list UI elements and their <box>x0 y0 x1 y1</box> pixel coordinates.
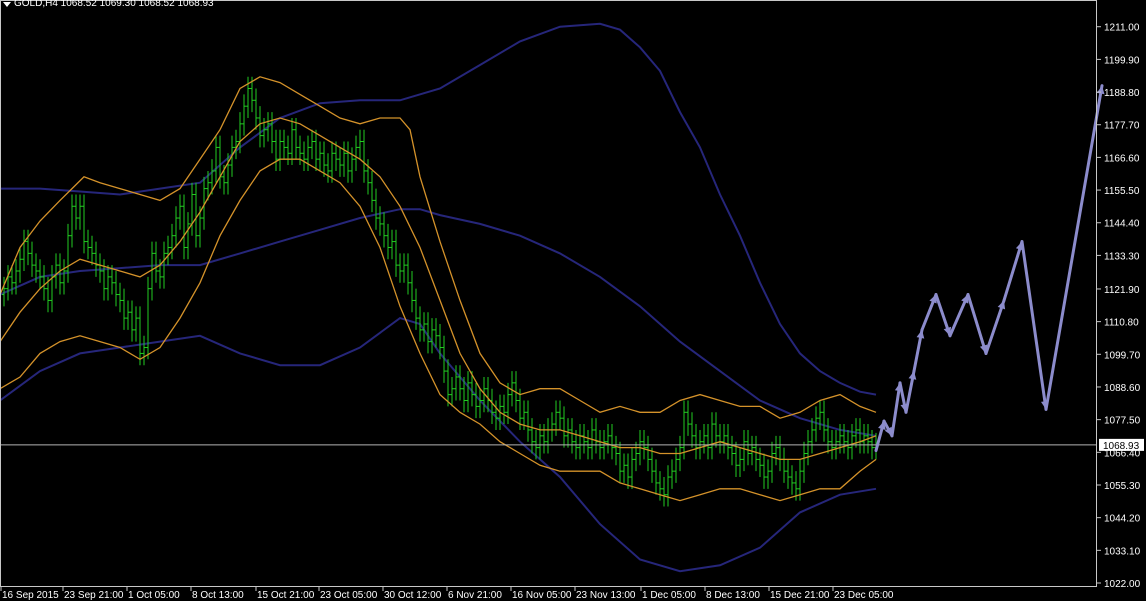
price-tick-label: 1133.30 <box>1104 251 1140 262</box>
price-tick-label: 1177.70 <box>1104 121 1140 132</box>
time-tick-label: 30 Oct 12:00 <box>384 590 442 601</box>
time-tick-label: 8 Dec 13:00 <box>706 590 760 601</box>
price-tick-label: 1144.40 <box>1104 219 1140 230</box>
price-tick-label: 1088.60 <box>1104 383 1141 394</box>
time-tick-label: 8 Oct 13:00 <box>192 590 244 601</box>
time-tick-label: 16 Sep 2015 <box>2 590 59 601</box>
price-tick-label: 1099.70 <box>1104 350 1141 361</box>
time-tick-label: 6 Nov 21:00 <box>448 590 502 601</box>
time-tick-label: 15 Oct 21:00 <box>257 590 315 601</box>
time-tick-label: 15 Dec 21:00 <box>770 590 830 601</box>
current-price-tag: 1068.93 <box>1099 438 1144 452</box>
price-tick-label: 1077.50 <box>1104 416 1141 427</box>
price-tick-label: 1199.90 <box>1104 55 1140 66</box>
price-tick-label: 1022.00 <box>1104 579 1141 590</box>
price-tick-label: 1110.80 <box>1104 318 1139 329</box>
chart-header-text: GOLD,H4 1068.52 1069.30 1068.52 1068.93 <box>14 0 214 9</box>
price-tick-label: 1044.20 <box>1104 514 1141 525</box>
price-tick-label: 1055.30 <box>1104 481 1141 492</box>
price-tick-label: 1155.50 <box>1104 186 1140 197</box>
price-tick-label: 1188.80 <box>1104 88 1140 99</box>
price-tick-label: 1121.90 <box>1104 285 1140 296</box>
price-tick-label: 1166.60 <box>1104 153 1140 164</box>
price-tick-label: 1211.00 <box>1104 23 1140 34</box>
price-chart[interactable]: 1211.00 1199.90 1188.80 1177.70 1166.60 1155.… <box>0 0 1146 601</box>
price-tick-label: 1033.10 <box>1104 546 1141 557</box>
current-price-label: 1068.93 <box>1103 441 1140 452</box>
time-tick-label: 23 Sep 21:00 <box>64 590 124 601</box>
chart-header: GOLD,H4 1068.52 1069.30 1068.52 1068.93 <box>3 0 214 9</box>
chart-background <box>0 0 1146 601</box>
time-tick-label: 23 Dec 05:00 <box>834 590 894 601</box>
time-tick-label: 23 Oct 05:00 <box>320 590 378 601</box>
time-tick-label: 16 Nov 05:00 <box>512 590 572 601</box>
time-tick-label: 1 Oct 05:00 <box>128 590 180 601</box>
time-tick-label: 1 Dec 05:00 <box>642 590 696 601</box>
time-tick-label: 23 Nov 13:00 <box>576 590 636 601</box>
